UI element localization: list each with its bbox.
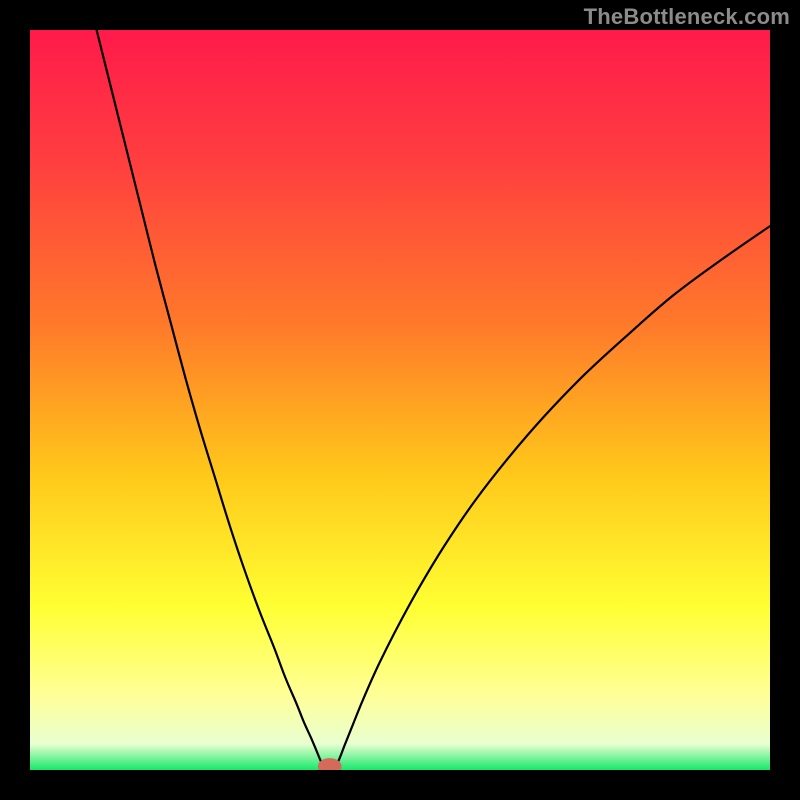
watermark-text: TheBottleneck.com	[584, 4, 790, 30]
gradient-background	[30, 30, 770, 770]
bottleneck-chart	[30, 30, 770, 770]
chart-frame	[30, 30, 770, 770]
